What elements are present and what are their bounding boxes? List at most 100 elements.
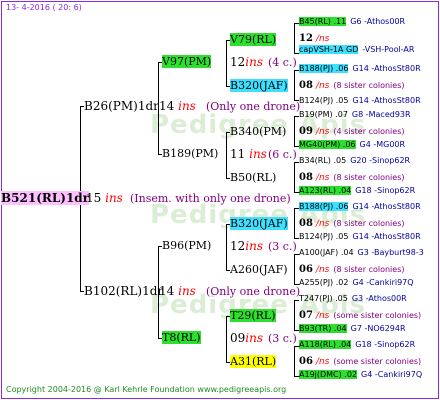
gen4-row[interactable]: A19j(DMC) .02 G4 -Cankiri97Q	[299, 370, 422, 379]
gen4-queen-label[interactable]: B34(RL) .05	[299, 156, 346, 165]
ins-marker: /ns	[315, 219, 330, 229]
breeder-code: G4 -Cankiri97Q	[361, 370, 423, 379]
gen2-queen-label[interactable]: B189(PM)	[162, 147, 218, 160]
gen4-row[interactable]: 12/ns	[299, 33, 333, 44]
gen4-row[interactable]: B93(TR) .04 G7 -NO6294R	[299, 324, 406, 333]
gen4-row[interactable]: B34(RL) .05 G20 -Sinop62R	[299, 156, 410, 165]
gen1-note: (Only one drone)	[206, 285, 301, 298]
gen4-row[interactable]: B19(PM) .07 G8 -Maced93R	[299, 110, 411, 119]
breeder-code: (8 sister colonies)	[333, 265, 405, 274]
gen4-queen-label[interactable]: 09	[299, 126, 313, 137]
breeder-code: G4 -MG00R	[359, 140, 406, 149]
gen3-queen-label[interactable]: V79(RL)	[230, 33, 277, 46]
breeder-code: G20 -Sinop62R	[350, 156, 411, 165]
gen4-queen-label[interactable]: B19(PM) .07	[299, 110, 348, 119]
gen2-year: 09ins	[230, 331, 264, 345]
gen4-row[interactable]: 08/ns (8 sister colonies)	[299, 172, 404, 183]
gen4-row[interactable]: A255(PJ) .02 G4 -Cankiri97Q	[299, 278, 414, 287]
timestamp-header: 13- 4-2016 ( 20: 6)	[6, 3, 82, 12]
gen4-queen-label[interactable]: B124(PJ) .05	[299, 96, 348, 105]
gen4-row[interactable]: A100(JAF) .04 G3 -Bayburt98-3	[299, 248, 424, 257]
gen4-queen-label[interactable]: capVSH-1A GD	[299, 45, 359, 54]
gen4-row[interactable]: B188(PJ) .06 G14 -AthosSt80R	[299, 202, 421, 211]
gen2-queen-label[interactable]: V97(PM)	[162, 55, 212, 68]
breeder-code: G14 -AthosSt80R	[352, 96, 421, 105]
breeder-code: (8 sister colonies)	[333, 219, 405, 228]
gen4-row[interactable]: 08/ns (8 sister colonies)	[299, 80, 404, 91]
breeder-code: G3 -Bayburt98-3	[357, 248, 424, 257]
gen4-queen-label[interactable]: 08	[299, 172, 313, 183]
gen4-row[interactable]: capVSH-1A GD -VSH-Pool-AR	[299, 45, 414, 54]
gen4-queen-label[interactable]: T247(PJ) .05	[299, 294, 348, 303]
breeder-code: (some sister colonies)	[333, 311, 422, 320]
gen4-queen-label[interactable]: 06	[299, 356, 313, 367]
gen3-queen-label[interactable]: A31(RL)	[230, 355, 277, 368]
gen2-year: 12ins	[230, 55, 264, 69]
gen2-queen-label[interactable]: T8(RL)	[162, 331, 201, 344]
gen4-queen-label[interactable]: A255(PJ) .02	[299, 278, 348, 287]
gen4-queen-label[interactable]: 06	[299, 264, 313, 275]
breeder-code: -VSH-Pool-AR	[362, 45, 415, 54]
gen3-queen-label[interactable]: B50(RL)	[230, 171, 276, 184]
gen4-queen-label[interactable]: B45(RL) .11	[299, 17, 347, 26]
ins-marker: /ns	[315, 357, 330, 367]
gen4-queen-label[interactable]: B188(PJ) .06	[299, 64, 349, 73]
gen4-queen-label[interactable]: 08	[299, 218, 313, 229]
gen3-queen-label[interactable]: B320(JAF)	[230, 217, 288, 230]
breeder-code: G4 -Cankiri97Q	[352, 278, 414, 287]
breeder-code: (some sister colonies)	[333, 357, 422, 366]
gen2-year: 11 ins	[230, 147, 267, 161]
gen3-queen-label[interactable]: B340(PM)	[230, 125, 286, 138]
gen3-queen-label[interactable]: T29(RL)	[230, 309, 276, 322]
gen2-note: (3 c.)	[268, 332, 297, 345]
gen4-queen-label[interactable]: 12	[299, 33, 313, 44]
gen4-queen-label[interactable]: B93(TR) .04	[299, 324, 347, 333]
breeder-code: G14 -AthosSt80R	[352, 232, 421, 241]
breeder-code: (8 sister colonies)	[333, 81, 405, 90]
gen4-queen-label[interactable]: A123(RL) .04	[299, 186, 352, 195]
root-note: (Insem. with only one drone)	[130, 192, 291, 205]
gen4-row[interactable]: B188(PJ) .06 G14 -AthosSt80R	[299, 64, 421, 73]
gen2-note: (6 c.)	[268, 148, 297, 161]
gen1-queen-label[interactable]: B102(RL)1dr	[84, 284, 163, 298]
gen3-queen-label[interactable]: A260(JAF)	[230, 263, 288, 276]
ins-marker: /ns	[315, 127, 330, 137]
gen4-row[interactable]: 09/ns (4 sister colonies)	[299, 126, 404, 137]
gen4-queen-label[interactable]: MG40(PM) .06	[299, 140, 356, 149]
gen1-note: (Only one drone)	[206, 100, 301, 113]
gen4-queen-label[interactable]: B188(PJ) .06	[299, 202, 349, 211]
gen4-row[interactable]: A118(RL) .04 G18 -Sinop62R	[299, 340, 415, 349]
ins-marker: /ns	[315, 34, 330, 44]
gen4-queen-label[interactable]: A19j(DMC) .02	[299, 370, 358, 379]
gen4-row[interactable]: 08/ns (8 sister colonies)	[299, 218, 404, 229]
gen4-queen-label[interactable]: B124(PJ) .05	[299, 232, 348, 241]
gen4-row[interactable]: T247(PJ) .05 G3 -Athos00R	[299, 294, 407, 303]
gen4-queen-label[interactable]: 07	[299, 310, 313, 321]
gen4-row[interactable]: B124(PJ) .05 G14 -AthosSt80R	[299, 232, 421, 241]
root-year: 15 ins	[86, 191, 123, 205]
root-queen-label[interactable]: B521(RL)1dr	[1, 191, 90, 205]
gen4-queen-label[interactable]: 08	[299, 80, 313, 91]
gen4-row[interactable]: A123(RL) .04 G18 -Sinop62R	[299, 186, 415, 195]
gen4-row[interactable]: MG40(PM) .06 G4 -MG00R	[299, 140, 405, 149]
breeder-code: G3 -Athos00R	[351, 294, 407, 303]
gen4-row[interactable]: B124(PJ) .05 G14 -AthosSt80R	[299, 96, 421, 105]
gen1-year: 14 ins	[159, 284, 196, 298]
gen2-note: (4 c.)	[268, 56, 297, 69]
ins-marker: /ns	[315, 173, 330, 183]
gen1-queen-label[interactable]: B26(PM)1dr	[84, 99, 159, 113]
gen2-queen-label[interactable]: B96(PM)	[162, 239, 211, 252]
gen4-row[interactable]: 06/ns (some sister colonies)	[299, 356, 421, 367]
gen4-queen-label[interactable]: A100(JAF) .04	[299, 248, 354, 257]
gen2-note: (3 c.)	[268, 240, 297, 253]
gen4-row[interactable]: 06/ns (8 sister colonies)	[299, 264, 404, 275]
gen1-year: 14 ins	[159, 99, 196, 113]
breeder-code: G8 -Maced93R	[351, 110, 411, 119]
gen4-row[interactable]: 07/ns (some sister colonies)	[299, 310, 421, 321]
ins-marker: /ns	[315, 311, 330, 321]
gen4-queen-label[interactable]: A118(RL) .04	[299, 340, 352, 349]
gen3-queen-label[interactable]: B320(JAF)	[230, 79, 288, 92]
breeder-code: G14 -AthosSt80R	[352, 202, 421, 211]
breeder-code: G14 -AthosSt80R	[352, 64, 421, 73]
gen4-row[interactable]: B45(RL) .11 G6 -Athos00R	[299, 17, 405, 26]
